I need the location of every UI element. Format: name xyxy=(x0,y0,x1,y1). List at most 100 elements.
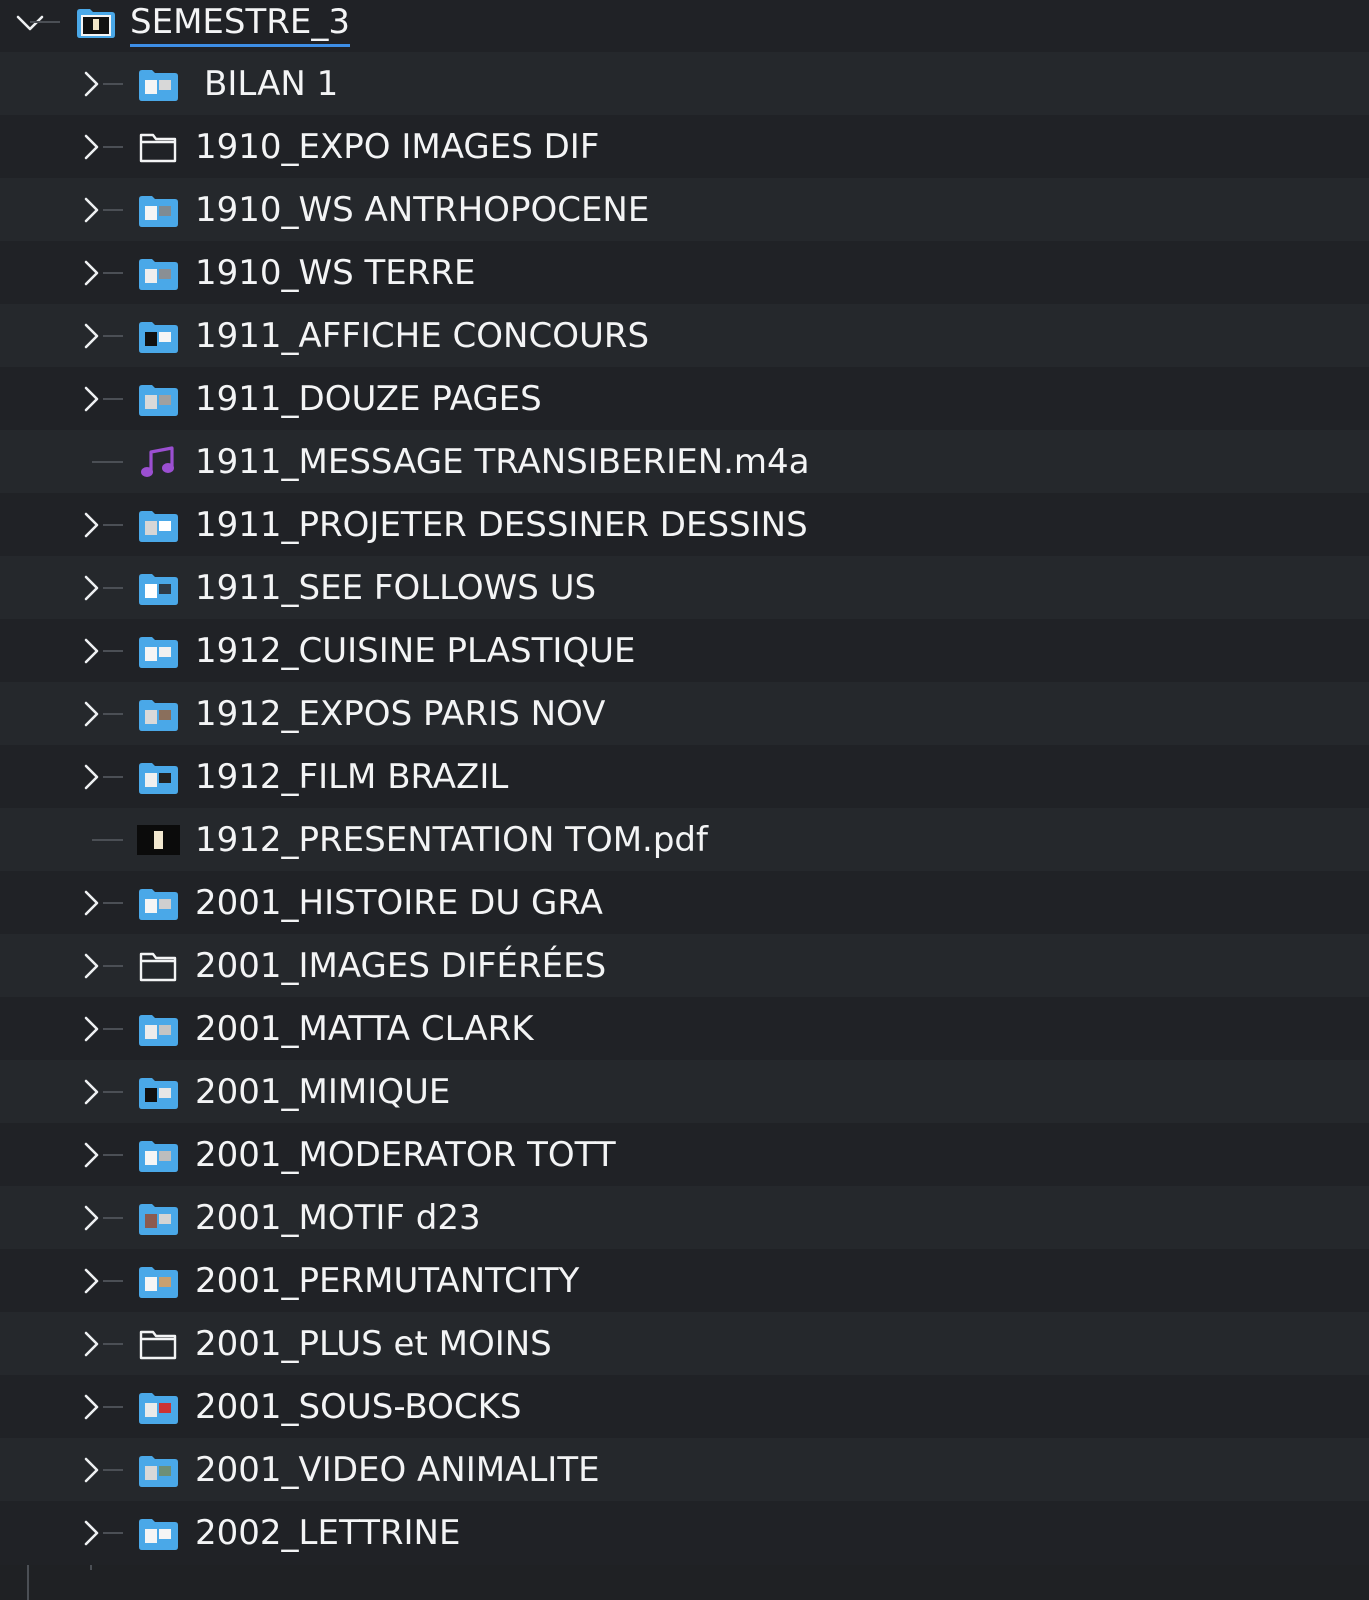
item-name[interactable]: 1912_PRESENTATION TOM.pdf xyxy=(195,818,708,862)
chevron-down-icon[interactable] xyxy=(15,10,45,36)
chevron-right-icon[interactable] xyxy=(80,1329,102,1359)
tree-connector xyxy=(103,146,123,148)
item-name[interactable]: 1912_FILM BRAZIL xyxy=(195,755,508,799)
tree-row[interactable]: 2001_PERMUTANTCITY xyxy=(0,1249,1369,1313)
tree-row[interactable]: 1911_MESSAGE TRANSIBERIEN.m4a xyxy=(0,430,1369,494)
folder-thumbnail-icon xyxy=(137,1074,180,1110)
tree-row[interactable]: BILAN 1 xyxy=(0,52,1369,116)
tree-connector xyxy=(30,21,60,23)
tree-row[interactable]: 1911_SEE FOLLOWS US xyxy=(0,556,1369,620)
folder-thumbnail-icon xyxy=(137,192,180,228)
tree-row[interactable]: 1911_AFFICHE CONCOURS xyxy=(0,304,1369,368)
item-name[interactable]: 1911_SEE FOLLOWS US xyxy=(195,566,596,610)
chevron-right-icon[interactable] xyxy=(80,69,102,99)
folder-outline-icon xyxy=(137,129,180,165)
tree-row[interactable]: 2001_VIDEO ANIMALITE xyxy=(0,1438,1369,1502)
tree-connector xyxy=(103,1532,123,1534)
chevron-right-icon[interactable] xyxy=(80,1014,102,1044)
item-name[interactable]: 1911_DOUZE PAGES xyxy=(195,377,542,421)
folder-name-root[interactable]: SEMESTRE_3 xyxy=(130,0,350,47)
chevron-right-icon[interactable] xyxy=(80,1140,102,1170)
tree-connector xyxy=(103,272,123,274)
tree-connector xyxy=(103,776,123,778)
folder-thumbnail-icon xyxy=(137,318,180,354)
tree-connector xyxy=(103,1154,123,1156)
chevron-right-icon[interactable] xyxy=(80,1203,102,1233)
tree-row[interactable]: 1910_WS TERRE xyxy=(0,241,1369,305)
folder-thumbnail-icon xyxy=(137,1452,180,1488)
chevron-right-icon[interactable] xyxy=(80,195,102,225)
item-name[interactable]: 2001_MOTIF d23 xyxy=(195,1196,481,1240)
item-name[interactable]: 1910_WS TERRE xyxy=(195,251,476,295)
tree-row[interactable]: 1911_DOUZE PAGES xyxy=(0,367,1369,431)
tree-row[interactable]: 1912_PRESENTATION TOM.pdf xyxy=(0,808,1369,872)
tree-row[interactable]: 2001_MOTIF d23 xyxy=(0,1186,1369,1250)
item-name[interactable]: 2001_HISTOIRE DU GRA xyxy=(195,881,603,925)
item-name[interactable]: 2001_PERMUTANTCITY xyxy=(195,1259,579,1303)
tree-row[interactable]: 2001_MODERATOR TOTT xyxy=(0,1123,1369,1187)
tree-connector xyxy=(103,1343,123,1345)
chevron-right-icon[interactable] xyxy=(80,1077,102,1107)
chevron-right-icon[interactable] xyxy=(80,258,102,288)
chevron-right-icon[interactable] xyxy=(80,636,102,666)
folder-thumbnail-icon xyxy=(137,1011,180,1047)
folder-thumbnail-icon xyxy=(137,759,180,795)
tree-connector xyxy=(103,209,123,211)
tree-row[interactable]: 1910_EXPO IMAGES DIF xyxy=(0,115,1369,179)
item-name[interactable]: 2001_SOUS-BOCKS xyxy=(195,1385,522,1429)
chevron-right-icon[interactable] xyxy=(80,1266,102,1296)
tree-connector xyxy=(103,83,123,85)
item-name[interactable]: 2001_PLUS et MOINS xyxy=(195,1322,552,1366)
item-name[interactable]: 1910_WS ANTRHOPOCENE xyxy=(195,188,649,232)
folder-thumbnail-icon xyxy=(137,1515,180,1551)
item-name[interactable]: 1911_MESSAGE TRANSIBERIEN.m4a xyxy=(195,440,810,484)
item-name[interactable]: 2001_IMAGES DIFÉRÉES xyxy=(195,944,606,988)
tree-row[interactable]: 2001_MIMIQUE xyxy=(0,1060,1369,1124)
item-name[interactable]: 2001_MODERATOR TOTT xyxy=(195,1133,616,1177)
folder-thumbnail-icon xyxy=(137,885,180,921)
tree-connector xyxy=(103,1091,123,1093)
item-name[interactable]: 2001_VIDEO ANIMALITE xyxy=(195,1448,600,1492)
tree-row[interactable]: 1910_WS ANTRHOPOCENE xyxy=(0,178,1369,242)
chevron-right-icon[interactable] xyxy=(80,321,102,351)
item-name[interactable]: 1911_PROJETER DESSINER DESSINS xyxy=(195,503,808,547)
folder-thumbnail-icon xyxy=(137,1200,180,1236)
tree-row[interactable]: 2001_IMAGES DIFÉRÉES xyxy=(0,934,1369,998)
music-note-icon xyxy=(137,444,180,480)
tree-row[interactable]: 2001_HISTOIRE DU GRA xyxy=(0,871,1369,935)
tree-row[interactable]: 1912_CUISINE PLASTIQUE xyxy=(0,619,1369,683)
tree-row[interactable]: 2001_SOUS-BOCKS xyxy=(0,1375,1369,1439)
item-name[interactable]: 2002_LETTRINE xyxy=(195,1511,460,1555)
chevron-right-icon[interactable] xyxy=(80,1455,102,1485)
item-name[interactable]: 1910_EXPO IMAGES DIF xyxy=(195,125,599,169)
chevron-right-icon[interactable] xyxy=(80,573,102,603)
chevron-right-icon[interactable] xyxy=(80,951,102,981)
tree-row[interactable]: 1912_EXPOS PARIS NOV xyxy=(0,682,1369,746)
tree-connector xyxy=(103,1028,123,1030)
chevron-right-icon[interactable] xyxy=(80,762,102,792)
item-name[interactable]: 2001_MIMIQUE xyxy=(195,1070,450,1114)
chevron-right-icon[interactable] xyxy=(80,384,102,414)
folder-dark-thumb-icon xyxy=(75,5,117,39)
tree-row-root[interactable]: SEMESTRE_3 xyxy=(0,0,1369,52)
folder-thumbnail-icon xyxy=(137,255,180,291)
chevron-right-icon[interactable] xyxy=(80,1518,102,1548)
tree-row[interactable]: 2001_MATTA CLARK xyxy=(0,997,1369,1061)
tree-row[interactable]: 1911_PROJETER DESSINER DESSINS xyxy=(0,493,1369,557)
tree-row[interactable]: 1912_FILM BRAZIL xyxy=(0,745,1369,809)
folder-outline-icon xyxy=(137,948,180,984)
item-name[interactable]: 1911_AFFICHE CONCOURS xyxy=(195,314,649,358)
item-name[interactable]: 1912_EXPOS PARIS NOV xyxy=(195,692,605,736)
chevron-right-icon[interactable] xyxy=(80,132,102,162)
item-name[interactable]: BILAN 1 xyxy=(204,62,338,106)
chevron-right-icon[interactable] xyxy=(80,699,102,729)
item-name[interactable]: 2001_MATTA CLARK xyxy=(195,1007,534,1051)
chevron-right-icon[interactable] xyxy=(80,1392,102,1422)
tree-row[interactable]: 2001_PLUS et MOINS xyxy=(0,1312,1369,1376)
chevron-right-icon[interactable] xyxy=(80,510,102,540)
folder-thumbnail-icon xyxy=(137,381,180,417)
folder-thumbnail-icon xyxy=(137,1137,180,1173)
item-name[interactable]: 1912_CUISINE PLASTIQUE xyxy=(195,629,636,673)
tree-row[interactable]: 2002_LETTRINE xyxy=(0,1501,1369,1565)
chevron-right-icon[interactable] xyxy=(80,888,102,918)
